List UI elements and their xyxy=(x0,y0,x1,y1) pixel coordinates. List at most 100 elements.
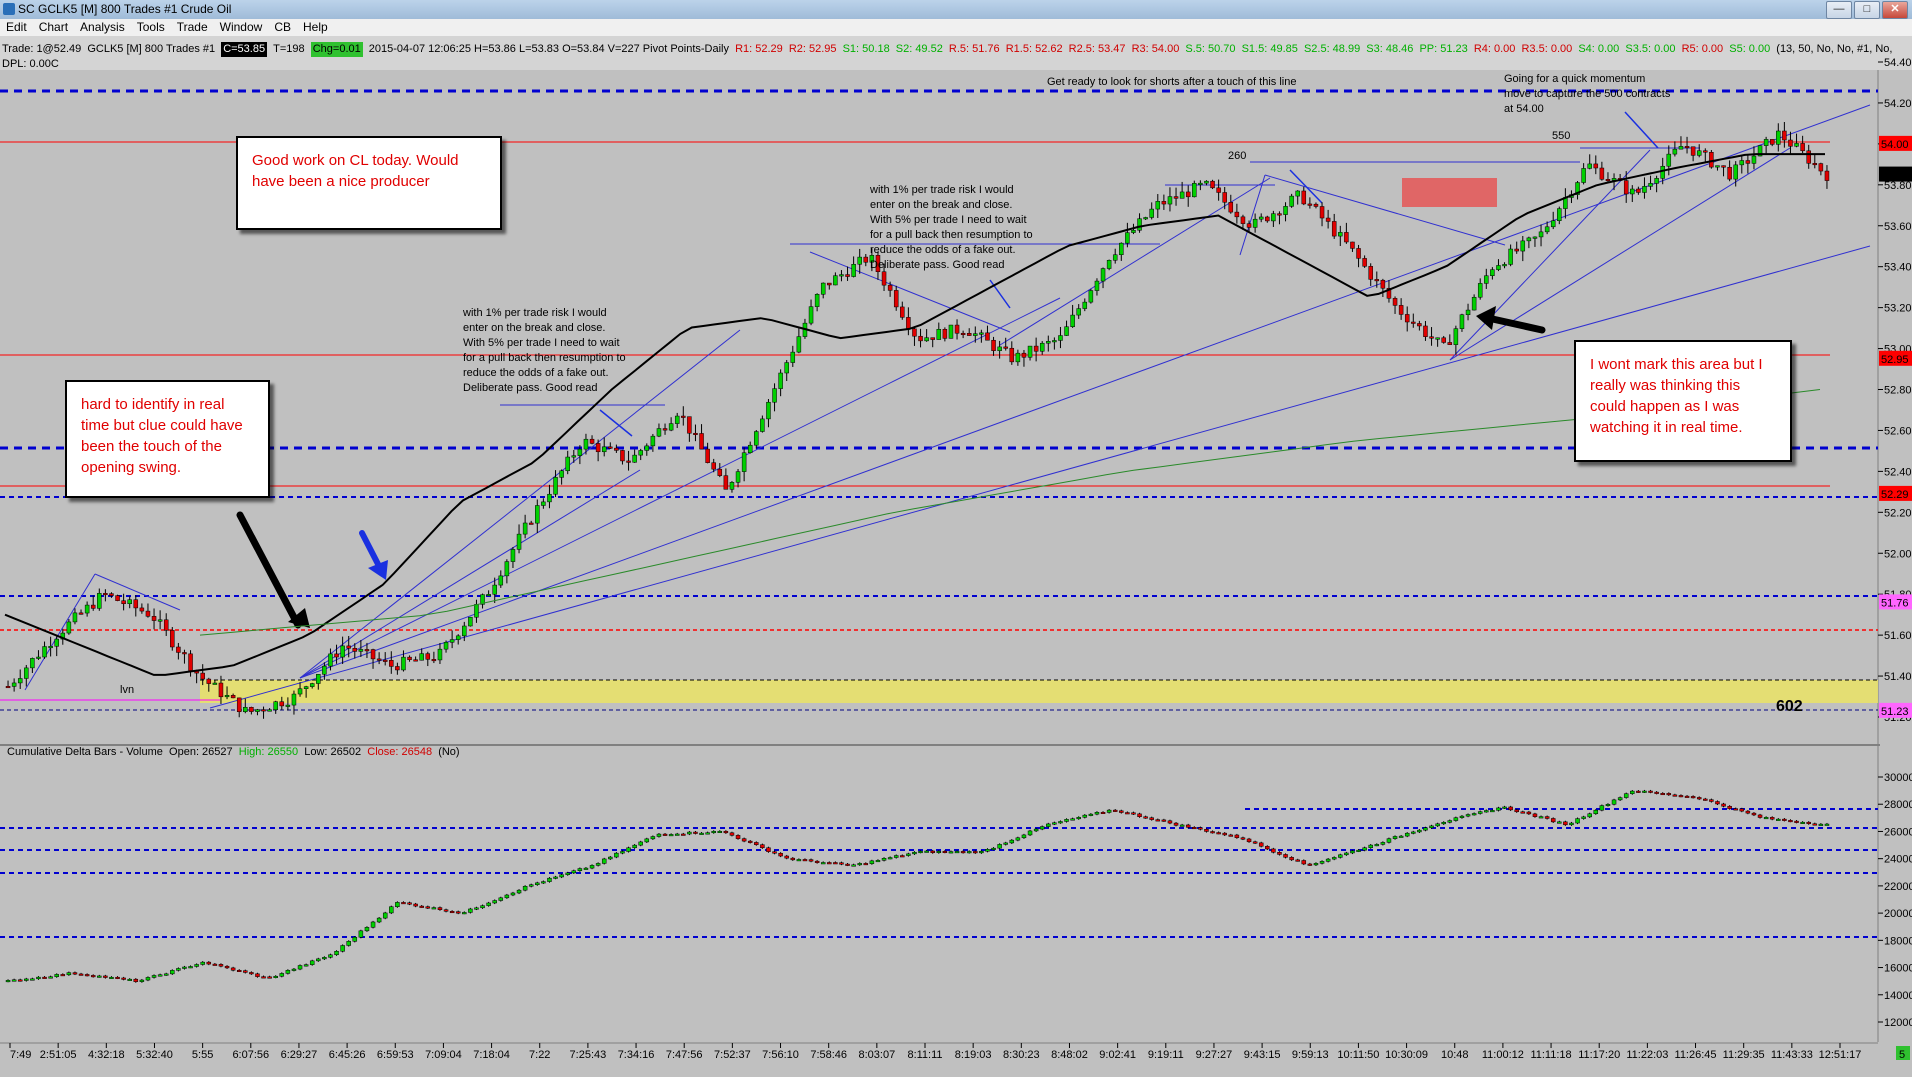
candle-up xyxy=(1459,314,1465,329)
delta-bar-down xyxy=(1161,819,1167,822)
candle-up xyxy=(449,639,455,643)
candle-up xyxy=(1094,280,1100,291)
delta-bar-down xyxy=(425,906,431,909)
delta-bar-up xyxy=(991,847,996,850)
delta-bar-down xyxy=(1788,820,1793,823)
delta-bar-up xyxy=(1557,821,1562,824)
delta-bar-down xyxy=(863,863,869,866)
delta-bar-down xyxy=(1301,860,1307,865)
candle-up xyxy=(455,635,461,640)
time-axis-tick-label: 7:09:04 xyxy=(425,1049,462,1061)
candle-down xyxy=(352,648,358,652)
delta-bar-up xyxy=(5,980,11,983)
delta-bar-up xyxy=(48,976,53,979)
candle-up xyxy=(437,648,443,661)
delta-bar-up xyxy=(1441,822,1446,825)
delta-bar-up xyxy=(66,972,72,976)
candle-down xyxy=(960,332,966,335)
time-axis-tick-label: 9:19:11 xyxy=(1148,1049,1184,1061)
candle-down xyxy=(693,432,698,435)
label-550: 550 xyxy=(1552,130,1571,142)
delta-bar-up xyxy=(541,881,546,884)
candle-up xyxy=(303,686,309,689)
delta-bar-down xyxy=(1192,827,1197,830)
candle-down xyxy=(589,438,595,444)
delta-bar-up xyxy=(1331,857,1337,860)
delta-bar-down xyxy=(1769,817,1775,820)
candle-up xyxy=(1167,196,1173,205)
delta-bar-up xyxy=(1435,823,1440,827)
candle-up xyxy=(1550,220,1556,228)
lower-panel-close: Close: 26548 xyxy=(367,746,433,758)
candle-up xyxy=(510,549,516,562)
time-axis-tick-label: 6:59:53 xyxy=(377,1049,414,1061)
candle-down xyxy=(1362,258,1367,267)
delta-bar-down xyxy=(747,840,753,843)
candle-down xyxy=(893,290,899,308)
delta-bar-down xyxy=(1660,793,1665,796)
delta-bar-up xyxy=(893,855,899,858)
candle-down xyxy=(1514,248,1519,252)
candle-down xyxy=(139,607,145,612)
candle-up xyxy=(212,682,218,685)
delta-bar-down xyxy=(78,973,84,976)
delta-bar-up xyxy=(601,858,607,864)
delta-bar-up xyxy=(395,902,400,907)
candle-down xyxy=(182,652,187,655)
annotation-hard-to-identify[interactable]: hard to identify in real time but clue c… xyxy=(65,380,270,498)
annotation-wont-mark[interactable]: I wont mark this area but I really was t… xyxy=(1574,340,1792,462)
candle-down xyxy=(942,328,948,339)
delta-axis-tick-label: 20000 xyxy=(1884,908,1912,920)
candle-up xyxy=(1100,268,1106,282)
time-axis-tick-label: 6:29:27 xyxy=(281,1049,318,1061)
delta-bar-up xyxy=(1471,813,1477,816)
annotation-good-work[interactable]: Good work on CL today. Would have been a… xyxy=(236,136,502,230)
candle-down xyxy=(1234,211,1240,218)
candle-down xyxy=(90,604,96,609)
delta-bar-up xyxy=(650,836,656,840)
candle-up xyxy=(1088,290,1094,303)
candle-up xyxy=(808,306,814,324)
delta-bar-down xyxy=(693,831,698,834)
price-marker-label: 51.23 xyxy=(1881,706,1909,718)
delta-bar-up xyxy=(869,860,875,864)
candle-down xyxy=(1356,248,1361,259)
delta-bar-down xyxy=(1678,795,1684,798)
delta-bar-down xyxy=(206,961,212,965)
candle-up xyxy=(1776,130,1781,145)
delta-bar-down xyxy=(1684,795,1690,798)
candle-up xyxy=(1471,296,1477,311)
candle-down xyxy=(1301,190,1307,205)
delta-bar-up xyxy=(431,907,437,910)
delta-bar-up xyxy=(127,978,132,981)
candle-down xyxy=(407,656,412,660)
candle-down xyxy=(1818,163,1824,172)
candle-up xyxy=(747,444,753,454)
candle-up xyxy=(97,593,102,609)
candle-down xyxy=(1307,203,1313,206)
time-axis-tick-label: 10:48 xyxy=(1441,1049,1469,1061)
candle-down xyxy=(1033,345,1039,352)
delta-bar-down xyxy=(401,902,406,905)
candle-up xyxy=(1155,201,1161,210)
note-momentum: Going for a quick momentum move to captu… xyxy=(1504,73,1671,115)
delta-bar-down xyxy=(1715,801,1720,805)
candle-down xyxy=(78,612,84,615)
time-axis-tick-label: 9:43:15 xyxy=(1244,1049,1281,1061)
candle-up xyxy=(1696,150,1702,156)
delta-bar-down xyxy=(1137,813,1142,817)
delta-bar-down xyxy=(662,833,668,836)
candle-up xyxy=(760,418,765,432)
swing-line-2 xyxy=(24,573,96,691)
delta-bar-up xyxy=(614,852,619,858)
candle-down xyxy=(1788,139,1793,147)
candle-up xyxy=(1544,226,1550,233)
delta-bar-up xyxy=(346,941,351,946)
candle-up xyxy=(504,561,510,577)
delta-bar-down xyxy=(802,859,808,862)
time-axis-tick-label: 11:17:20 xyxy=(1578,1049,1620,1061)
candle-up xyxy=(601,446,607,453)
delta-bar-up xyxy=(322,957,327,960)
delta-bar-up xyxy=(297,965,303,970)
delta-bar-up xyxy=(1009,839,1015,844)
